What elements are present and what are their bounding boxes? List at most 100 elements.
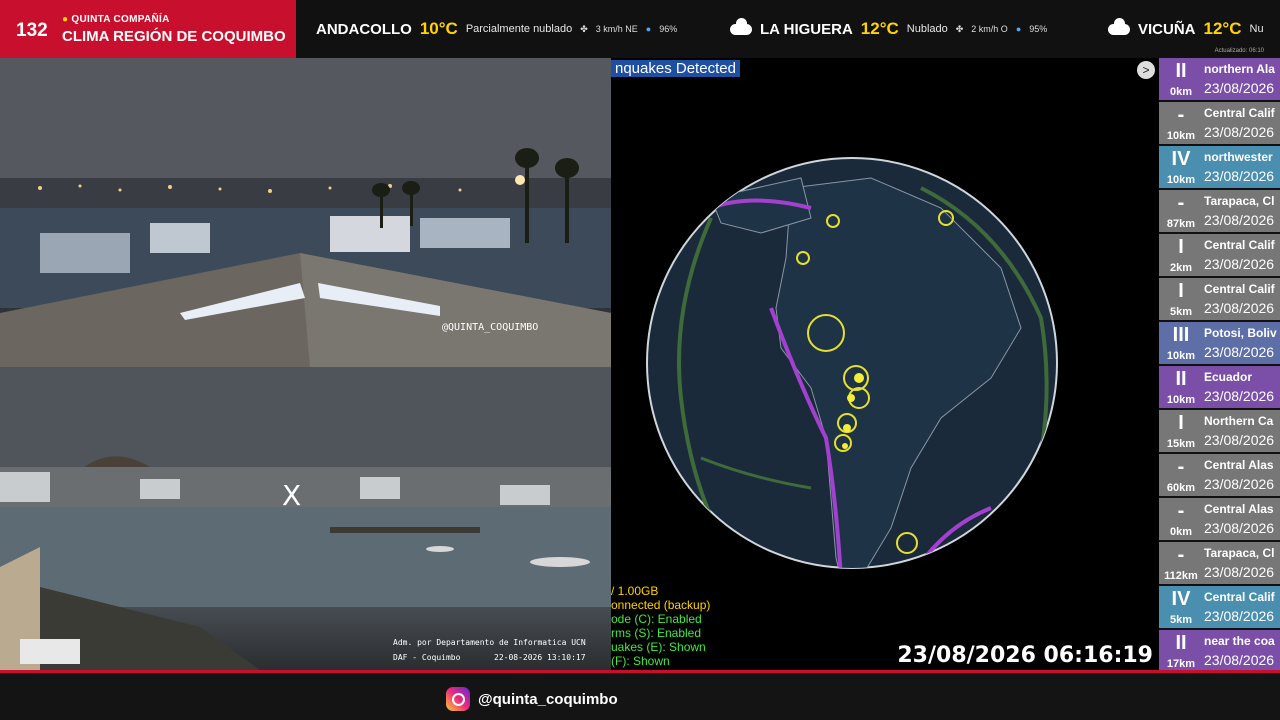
- intensity-label: II: [1175, 368, 1187, 390]
- weather-desc: Nu: [1249, 23, 1264, 35]
- intensity-label: IV: [1171, 148, 1191, 170]
- date-label: 23/08/2026: [1204, 300, 1275, 316]
- utc-clock: 23/08/2026 06:16:19: [897, 643, 1153, 668]
- depth-label: 10km: [1166, 394, 1196, 406]
- bottom-bar: @quinta_coquimbo: [0, 670, 1280, 720]
- earthquake-list-item[interactable]: I 5km Central Calif 23/08/2026: [1159, 278, 1280, 320]
- cloud-icon: [1108, 17, 1130, 35]
- depth-label: 0km: [1169, 526, 1193, 538]
- camera-feed-harbor: X Adm. por Departamento de Informatica U…: [0, 367, 611, 670]
- social-handle-text: @quinta_coquimbo: [478, 690, 618, 708]
- intensity-label: III: [1172, 324, 1190, 346]
- status-line: (F): Shown: [611, 654, 670, 668]
- earthquake-list-item[interactable]: - 0km Central Alas 23/08/2026: [1159, 498, 1280, 540]
- weather-city: LA HIGUERA: [760, 20, 853, 38]
- intensity-label: I: [1178, 236, 1184, 258]
- earthquake-list-item[interactable]: IV 10km northwester 23/08/2026: [1159, 146, 1280, 188]
- camera-timestamp: 22-08-2026 13:10:17: [494, 653, 586, 662]
- weather-item: LA HIGUERA 12°C Nublado ✤ 2 km/h O ● 95%: [730, 0, 1047, 58]
- status-line: uakes (E): Shown: [611, 640, 706, 654]
- location-label: Potosi, Boliv: [1204, 326, 1277, 340]
- harbor-scene-illustration: [0, 367, 611, 670]
- depth-label: 112km: [1164, 570, 1198, 582]
- date-label: 23/08/2026: [1204, 564, 1275, 580]
- weather-humidity: 96%: [659, 24, 678, 34]
- date-label: 23/08/2026: [1204, 344, 1275, 360]
- camera-marker: X: [282, 479, 302, 512]
- camera-location: DAF - Coquimbo: [393, 653, 461, 662]
- weather-temp: 10°C: [419, 19, 458, 38]
- instagram-icon: [446, 687, 470, 711]
- intensity-label: I: [1178, 412, 1184, 434]
- location-label: Ecuador: [1204, 370, 1253, 384]
- night-scene-illustration: [0, 58, 611, 367]
- date-label: 23/08/2026: [1204, 432, 1275, 448]
- intensity-label: -: [1177, 456, 1185, 478]
- status-line: / 1.00GB: [611, 584, 659, 598]
- date-label: 23/08/2026: [1204, 608, 1275, 624]
- weather-wind: 2 km/h O: [971, 24, 1008, 34]
- intensity-label: -: [1177, 192, 1185, 214]
- top-bar: 132 ● QUINTA COMPAÑÍA CLIMA REGIÓN DE CO…: [0, 0, 1280, 58]
- weather-humidity: 95%: [1029, 24, 1048, 34]
- date-label: 23/08/2026: [1204, 212, 1275, 228]
- camera-feed-night: @QUINTA_COQUIMBO: [0, 58, 611, 367]
- earthquake-list-item[interactable]: I 15km Northern Ca 23/08/2026: [1159, 410, 1280, 452]
- globe-map: [646, 157, 1058, 569]
- depth-label: 10km: [1166, 350, 1196, 362]
- status-line: onnected (backup): [611, 598, 711, 612]
- depth-label: 2km: [1169, 262, 1193, 274]
- location-label: northern Ala: [1204, 62, 1275, 76]
- brand-number: 132: [16, 20, 48, 41]
- weather-wind: 3 km/h NE: [595, 24, 638, 34]
- humidity-icon: ●: [1015, 24, 1022, 34]
- intensity-label: II: [1175, 60, 1187, 82]
- earthquake-list-item[interactable]: III 10km Potosi, Boliv 23/08/2026: [1159, 322, 1280, 364]
- depth-label: 60km: [1166, 482, 1196, 494]
- date-label: 23/08/2026: [1204, 388, 1275, 404]
- camera-credit: Adm. por Departamento de Informatica UCN: [393, 638, 586, 647]
- intensity-label: -: [1177, 104, 1185, 126]
- depth-label: 15km: [1166, 438, 1196, 450]
- intensity-label: -: [1177, 544, 1185, 566]
- earthquake-list-item[interactable]: - 87km Tarapaca, Cl 23/08/2026: [1159, 190, 1280, 232]
- weather-city: ANDACOLLO: [316, 20, 412, 38]
- earthquake-list-item[interactable]: II 17km near the coa 23/08/2026: [1159, 630, 1280, 670]
- depth-label: 5km: [1169, 306, 1193, 318]
- intensity-label: -: [1177, 500, 1185, 522]
- earthquake-list-item[interactable]: - 112km Tarapaca, Cl 23/08/2026: [1159, 542, 1280, 584]
- location-label: Central Calif: [1204, 282, 1275, 296]
- status-line: rms (S): Enabled: [611, 626, 702, 640]
- intensity-label: I: [1178, 280, 1184, 302]
- earthquake-list-item[interactable]: - 10km Central Calif 23/08/2026: [1159, 102, 1280, 144]
- weather-updated: Actualizado: 06:10: [1214, 48, 1264, 54]
- depth-label: 0km: [1169, 86, 1193, 98]
- earthquake-list-item[interactable]: II 0km northern Ala 23/08/2026: [1159, 58, 1280, 100]
- humidity-icon: ●: [645, 24, 652, 34]
- earthquake-list-item[interactable]: IV 5km Central Calif 23/08/2026: [1159, 586, 1280, 628]
- earthquake-list-item[interactable]: - 60km Central Alas 23/08/2026: [1159, 454, 1280, 496]
- weather-item: ANDACOLLO 10°C Parcialmente nublado ✤ 3 …: [316, 0, 677, 58]
- depth-label: 5km: [1169, 614, 1193, 626]
- earthquake-list[interactable]: II 0km northern Ala 23/08/2026-10km Central …: [1159, 58, 1280, 670]
- brand-block: 132 ● QUINTA COMPAÑÍA CLIMA REGIÓN DE CO…: [0, 0, 296, 58]
- location-label: Central Calif: [1204, 238, 1275, 252]
- location-label: Central Alas: [1204, 458, 1274, 472]
- depth-label: 10km: [1166, 174, 1196, 186]
- date-label: 23/08/2026: [1204, 652, 1275, 668]
- location-label: near the coa: [1204, 634, 1275, 648]
- depth-label: 87km: [1166, 218, 1196, 230]
- status-panel: / 1.00GB onnected (backup) ode (C): Enab…: [611, 584, 710, 668]
- social-handle[interactable]: @quinta_coquimbo: [446, 687, 618, 711]
- location-label: Tarapaca, Cl: [1204, 194, 1275, 208]
- date-label: 23/08/2026: [1204, 124, 1275, 140]
- weather-temp: 12°C: [1203, 19, 1242, 38]
- intensity-label: II: [1175, 632, 1187, 654]
- date-label: 23/08/2026: [1204, 168, 1275, 184]
- earthquake-list-item[interactable]: II 10km Ecuador 23/08/2026: [1159, 366, 1280, 408]
- earthquake-list-item[interactable]: I 2km Central Calif 23/08/2026: [1159, 234, 1280, 276]
- weather-desc: Nublado: [906, 23, 948, 35]
- location-label: Tarapaca, Cl: [1204, 546, 1275, 560]
- wind-icon: ✤: [955, 23, 964, 34]
- depth-label: 10km: [1166, 130, 1196, 142]
